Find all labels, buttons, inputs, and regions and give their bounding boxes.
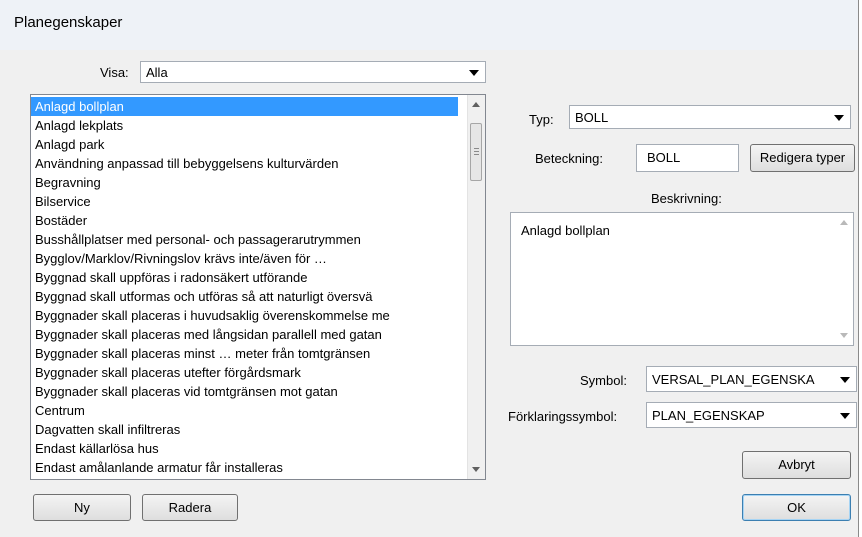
list-item[interactable]: Bilservice xyxy=(31,192,458,211)
list-item[interactable]: Anlagd bollplan xyxy=(31,97,458,116)
properties-dialog: Planegenskaper Visa: Alla Anlagd bollpla… xyxy=(0,0,859,537)
list-item[interactable]: Byggnader skall placeras utefter förgård… xyxy=(31,363,458,382)
property-list[interactable]: Anlagd bollplan Anlagd lekplats Anlagd par… xyxy=(30,94,486,480)
list-item[interactable]: Byggnad skall uppföras i radonsäkert utf… xyxy=(31,268,458,287)
typ-value: BOLL xyxy=(575,110,609,125)
list-item[interactable]: Bygglov/Marklov/Rivningslov krävs inte/ä… xyxy=(31,249,458,268)
list-item[interactable]: Anlagd park xyxy=(31,135,458,154)
chevron-down-icon xyxy=(469,70,479,76)
forklaringssymbol-value: PLAN_EGENSKAP xyxy=(652,408,765,423)
list-item[interactable]: Byggnader skall placeras minst … meter f… xyxy=(31,344,458,363)
visa-dropdown[interactable]: Alla xyxy=(140,61,486,83)
visa-label: Visa: xyxy=(100,65,129,80)
forklaringssymbol-dropdown[interactable]: PLAN_EGENSKAP xyxy=(646,402,857,428)
list-item[interactable]: Busshållplatser med personal- och passag… xyxy=(31,230,458,249)
scroll-down-icon[interactable] xyxy=(472,467,480,472)
list-item[interactable]: Bostäder xyxy=(31,211,458,230)
new-button[interactable]: Ny xyxy=(33,494,131,521)
list-item[interactable]: Byggnader skall placeras i huvudsaklig ö… xyxy=(31,306,458,325)
list-item[interactable]: Användning anpassad till bebyggelsens ku… xyxy=(31,154,458,173)
description-scrollbar[interactable] xyxy=(836,213,853,345)
chevron-down-icon xyxy=(834,115,844,121)
list-item[interactable]: Endast källarlösa hus xyxy=(31,439,458,458)
typ-dropdown[interactable]: BOLL xyxy=(569,105,851,129)
beskrivning-value: Anlagd bollplan xyxy=(521,223,610,238)
title-bar[interactable]: Planegenskaper xyxy=(0,0,858,50)
list-item[interactable]: Byggnad skall utformas och utföras så at… xyxy=(31,287,458,306)
list-item[interactable]: Endast amålanlande armatur får installer… xyxy=(31,458,458,477)
delete-button[interactable]: Radera xyxy=(142,494,238,521)
ok-button[interactable]: OK xyxy=(742,494,851,521)
edit-types-button[interactable]: Redigera typer xyxy=(750,144,855,172)
scroll-up-icon[interactable] xyxy=(472,102,480,107)
scroll-down-icon[interactable] xyxy=(840,333,848,338)
beteckning-value: BOLL xyxy=(647,150,681,165)
chevron-down-icon xyxy=(840,377,850,383)
list-item[interactable]: Byggnader skall placeras med långsidan p… xyxy=(31,325,458,344)
beskrivning-label: Beskrivning: xyxy=(651,191,722,206)
symbol-label: Symbol: xyxy=(580,373,627,388)
list-item[interactable]: Byggnader skall placeras vid tomtgränsen… xyxy=(31,382,458,401)
list-item[interactable]: Dagvatten skall infiltreras xyxy=(31,420,458,439)
symbol-dropdown[interactable]: VERSAL_PLAN_EGENSKA xyxy=(646,366,857,392)
list-scrollbar[interactable] xyxy=(467,95,485,479)
scroll-thumb[interactable] xyxy=(470,123,482,181)
list-item[interactable]: Begravning xyxy=(31,173,458,192)
symbol-value: VERSAL_PLAN_EGENSKA xyxy=(652,372,815,387)
forklaringssymbol-label: Förklaringssymbol: xyxy=(508,409,618,424)
list-item[interactable]: Anlagd lekplats xyxy=(31,116,458,135)
window-title: Planegenskaper xyxy=(14,14,123,31)
chevron-down-icon xyxy=(840,413,850,419)
beteckning-label: Beteckning: xyxy=(535,151,603,166)
beskrivning-textarea[interactable]: Anlagd bollplan xyxy=(510,212,854,346)
list-item[interactable]: Centrum xyxy=(31,401,458,420)
visa-value: Alla xyxy=(146,65,168,80)
cancel-button[interactable]: Avbryt xyxy=(742,451,851,479)
typ-label: Typ: xyxy=(529,112,554,127)
scroll-up-icon[interactable] xyxy=(840,220,848,225)
property-list-items: Anlagd bollplan Anlagd lekplats Anlagd par… xyxy=(31,97,458,477)
beteckning-field[interactable]: BOLL xyxy=(636,144,739,172)
